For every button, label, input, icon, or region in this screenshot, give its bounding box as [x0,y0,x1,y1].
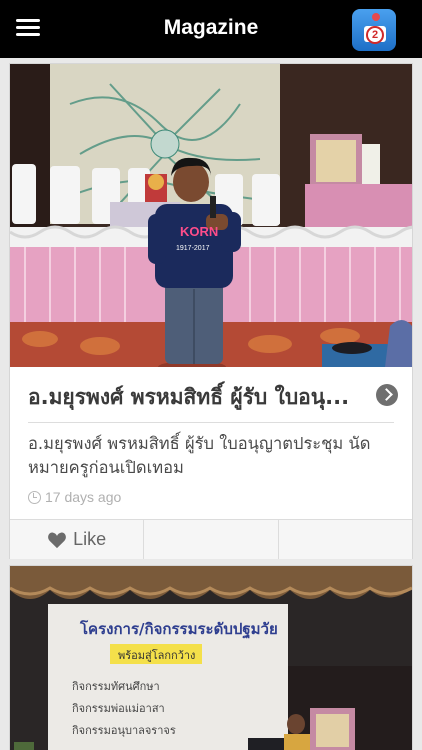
comment-button[interactable] [144,520,279,559]
article-headline[interactable]: อ.มยุรพงศ์ พรหมสิทธิ์ ผู้รับ ใบอนุ... [28,381,368,414]
article-timestamp: 17 days ago [28,489,121,505]
heart-icon [48,532,67,548]
article-photo-image: โครงการ/กิจกรรมระดับปฐมวัย พร้อมสู่โลกกว… [10,566,412,750]
shirt-print: KORN [180,224,218,239]
article-card[interactable]: โครงการ/กิจกรรมระดับปฐมวัย พร้อมสู่โลกกว… [9,565,413,750]
top-bar: Magazine 2 [0,0,422,58]
like-label: Like [73,529,107,549]
article-summary: อ.มยุรพงศ์ พรหมสิทธิ์ ผู้รับ ใบอนุญาตประ… [28,434,371,477]
article-photo-image: KORN 1917-2017 [10,64,412,367]
divider [28,422,394,423]
article-time-text: 17 days ago [45,489,122,505]
article-photo[interactable]: โครงการ/กิจกรรมระดับปฐมวัย พร้อมสู่โลกกว… [10,566,412,750]
poster-item: กิจกรรมพ่อแม่อาสา [72,702,165,715]
article-action-bar: Like [10,519,412,559]
chevron-right-circle-icon[interactable] [376,384,398,406]
camera-app-button[interactable]: 2 [352,9,396,51]
share-button[interactable] [279,520,412,559]
like-button[interactable]: Like [10,520,145,559]
article-card[interactable]: KORN 1917-2017 อ.มยุรพงศ์ พรหมสิทธิ์ ผู้… [9,63,413,559]
clock-icon [28,490,41,504]
article-photo[interactable]: KORN 1917-2017 [10,64,412,367]
poster-title: โครงการ/กิจกรรมระดับปฐมวัย [79,619,278,639]
shirt-years: 1917-2017 [176,245,210,252]
camera-flash-icon [372,13,380,21]
poster-subtitle: พร้อมสู่โลกกว้าง [118,648,195,662]
notification-badge: 2 [366,26,384,44]
poster-item: กิจกรรมอนุบาลจราจร [72,724,176,737]
poster-item: กิจกรรมทัศนศึกษา [72,680,160,693]
